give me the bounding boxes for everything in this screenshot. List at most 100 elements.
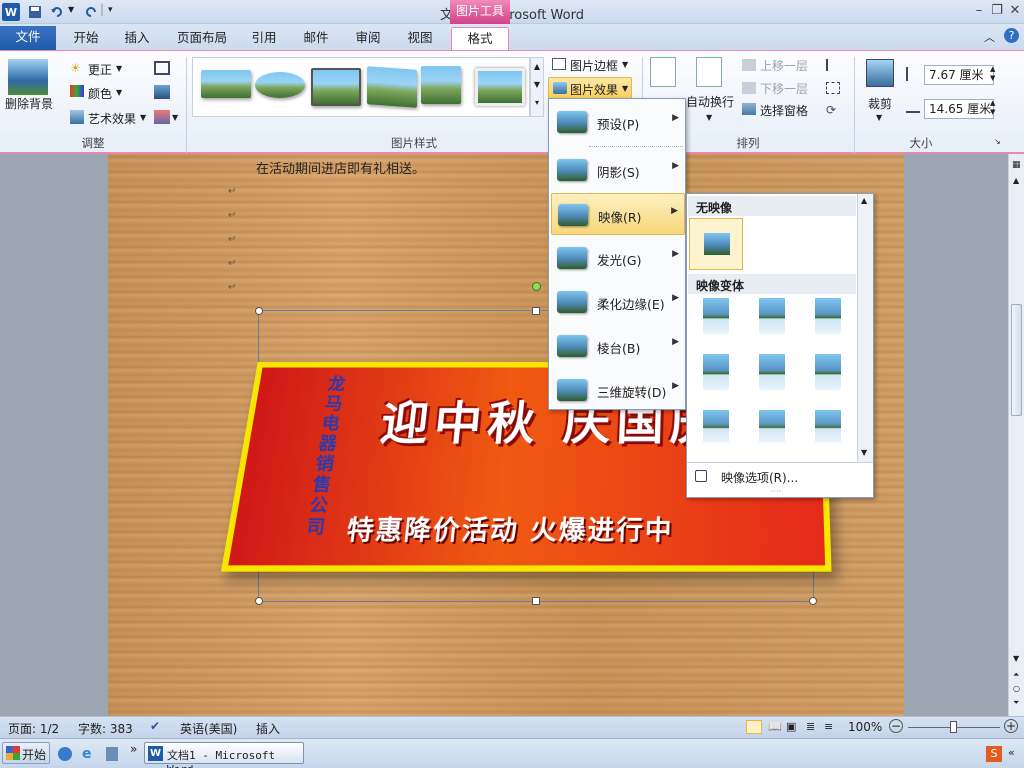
language-indicator[interactable]: 英语(美国): [180, 720, 237, 737]
resize-handle-tl[interactable]: [255, 307, 263, 315]
group-icon[interactable]: [826, 82, 840, 94]
remove-background-button[interactable]: 删除背景: [5, 95, 53, 112]
width-spinner[interactable]: ▲ ▼: [990, 99, 995, 117]
select-browse-object-icon[interactable]: ○: [1013, 684, 1020, 693]
taskbar-word-window[interactable]: W 文档1 - Microsoft Word: [144, 742, 304, 768]
minimize-icon[interactable]: –: [970, 2, 988, 20]
size-dialog-launcher-icon[interactable]: ↘: [994, 137, 1001, 146]
style-thumb-2[interactable]: [255, 72, 305, 98]
reset-dropdown-icon[interactable]: ▼: [172, 113, 178, 122]
menu-item-shadow[interactable]: 阴影(S) ▶: [551, 149, 685, 191]
reflection-variant-8[interactable]: [759, 410, 785, 442]
prev-page-icon[interactable]: ⏶: [1013, 670, 1019, 680]
scroll-down-icon[interactable]: ▼: [1013, 654, 1019, 663]
artistic-dropdown-icon[interactable]: ▼: [140, 113, 146, 122]
style-thumb-6[interactable]: [475, 68, 525, 106]
zoom-slider-thumb[interactable]: [950, 721, 957, 733]
web-layout-view-icon[interactable]: ▣: [786, 720, 796, 733]
resize-handle-bottom[interactable]: [532, 597, 540, 605]
gallery-scroll[interactable]: ▲ ▼ ▾: [530, 57, 544, 117]
menu-item-bevel[interactable]: 棱台(B) ▶: [551, 325, 685, 367]
tab-page-layout[interactable]: 页面布局: [170, 27, 234, 50]
height-field[interactable]: 7.67 厘米: [924, 65, 994, 85]
align-icon[interactable]: [826, 59, 840, 71]
rotate-handle[interactable]: [532, 282, 541, 291]
menu-item-glow[interactable]: 发光(G) ▶: [551, 237, 685, 279]
color-dropdown-icon[interactable]: ▼: [116, 88, 122, 97]
crop-icon[interactable]: [866, 59, 894, 87]
picture-border-button[interactable]: 图片边框: [570, 57, 618, 74]
remove-background-icon[interactable]: [8, 59, 48, 95]
tab-mailings[interactable]: 邮件: [294, 27, 338, 50]
tab-references[interactable]: 引用: [242, 27, 286, 50]
artistic-effects-button[interactable]: 艺术效果: [88, 110, 136, 127]
menu-item-3d-rotation[interactable]: 三维旋转(D) ▶: [551, 369, 685, 411]
draft-view-icon[interactable]: ≡: [824, 720, 833, 733]
reflection-variant-2[interactable]: [759, 298, 785, 334]
rotate-icon[interactable]: ⟳: [826, 103, 840, 117]
width-field[interactable]: 14.65 厘米: [924, 99, 994, 119]
menu-item-soft-edges[interactable]: 柔化边缘(E) ▶: [551, 281, 685, 323]
no-reflection-option[interactable]: [689, 218, 743, 270]
corrections-button[interactable]: 更正: [88, 61, 112, 78]
tab-insert[interactable]: 插入: [114, 27, 160, 50]
resize-handle-br[interactable]: [809, 597, 817, 605]
proofing-icon[interactable]: ✔: [150, 719, 160, 733]
reflection-variant-6[interactable]: [815, 354, 841, 390]
picture-effects-button[interactable]: 图片效果 ▼: [548, 77, 632, 99]
selection-pane-button[interactable]: 选择窗格: [760, 102, 808, 119]
menu-item-reflection[interactable]: 映像(R) ▶: [551, 193, 685, 235]
quicklaunch-icon-1[interactable]: [58, 747, 72, 761]
wrap-text-button[interactable]: 自动换行: [686, 93, 734, 110]
quicklaunch-icon-3[interactable]: [106, 747, 118, 761]
bring-forward-button[interactable]: 上移一层: [760, 57, 808, 74]
picture-styles-gallery[interactable]: [192, 57, 530, 117]
submenu-scroll-up-icon[interactable]: ▲: [861, 196, 867, 205]
crop-button[interactable]: 裁剪: [868, 95, 892, 112]
zoom-level[interactable]: 100%: [848, 720, 882, 734]
close-icon[interactable]: ✕: [1006, 2, 1024, 20]
submenu-scroll-down-icon[interactable]: ▼: [861, 448, 867, 457]
scroll-thumb[interactable]: [1011, 304, 1022, 416]
send-backward-button[interactable]: 下移一层: [760, 80, 808, 97]
resize-grip-icon[interactable]: ····: [771, 487, 781, 496]
compress-pictures-icon[interactable]: [154, 61, 170, 75]
reset-picture-icon[interactable]: [154, 110, 170, 124]
vertical-scrollbar[interactable]: ▦ ▲ ▼ ⏶ ○ ⏷: [1008, 154, 1024, 716]
tab-view[interactable]: 视图: [398, 27, 442, 50]
tray-expand-icon[interactable]: «: [1008, 746, 1015, 759]
reflection-variant-4[interactable]: [703, 354, 729, 390]
collapse-ribbon-icon[interactable]: ︿: [984, 29, 995, 45]
zoom-out-icon[interactable]: −: [889, 719, 903, 733]
reflection-variant-3[interactable]: [815, 298, 841, 334]
tray-app-icon[interactable]: S: [986, 746, 1002, 762]
outline-view-icon[interactable]: ≣: [806, 720, 815, 733]
ie-icon[interactable]: e: [82, 746, 92, 762]
restore-icon[interactable]: ❐: [988, 2, 1006, 20]
wrap-text-icon[interactable]: [696, 57, 722, 87]
menu-item-preset[interactable]: 预设(P) ▶: [551, 101, 685, 143]
reflection-variant-9[interactable]: [815, 410, 841, 442]
tab-format[interactable]: 格式: [451, 27, 509, 50]
reflection-variant-5[interactable]: [759, 354, 785, 390]
full-screen-view-icon[interactable]: 📖: [768, 720, 782, 733]
style-thumb-3[interactable]: [311, 68, 361, 106]
style-thumb-1[interactable]: [201, 70, 251, 98]
next-page-icon[interactable]: ⏷: [1013, 698, 1019, 708]
position-icon[interactable]: [650, 57, 676, 87]
height-spinner[interactable]: ▲ ▼: [990, 65, 995, 83]
tab-file[interactable]: 文件: [0, 26, 56, 50]
crop-dropdown-icon[interactable]: ▼: [876, 113, 882, 122]
reflection-variant-1[interactable]: [703, 298, 729, 334]
resize-handle-top[interactable]: [532, 307, 540, 315]
style-thumb-5[interactable]: [421, 66, 461, 104]
print-layout-view-icon[interactable]: [746, 720, 762, 734]
change-picture-icon[interactable]: [154, 85, 170, 99]
submenu-scrollbar[interactable]: ▲ ▼: [857, 194, 873, 462]
tab-home[interactable]: 开始: [62, 27, 110, 50]
insert-mode[interactable]: 插入: [256, 720, 280, 737]
word-count[interactable]: 字数: 383: [78, 720, 133, 737]
resize-handle-bl[interactable]: [255, 597, 263, 605]
help-icon[interactable]: ?: [1004, 28, 1019, 43]
wrap-dropdown-icon[interactable]: ▼: [706, 113, 712, 122]
